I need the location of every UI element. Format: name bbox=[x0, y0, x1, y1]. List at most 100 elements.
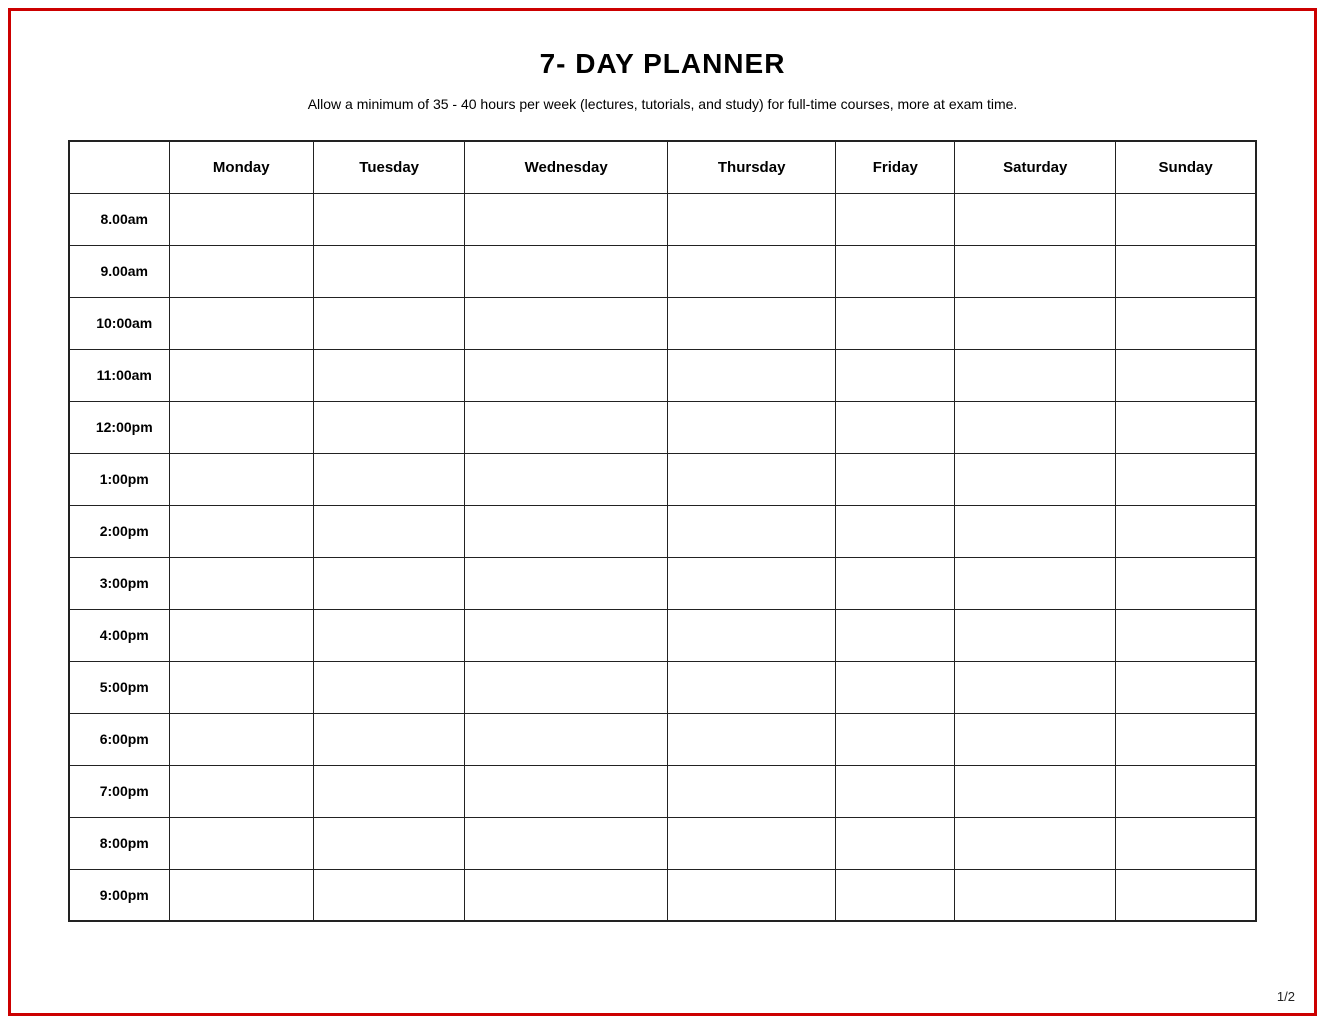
schedule-cell[interactable] bbox=[169, 869, 314, 921]
schedule-cell[interactable] bbox=[836, 349, 955, 401]
schedule-cell[interactable] bbox=[955, 401, 1116, 453]
schedule-cell[interactable] bbox=[314, 453, 465, 505]
schedule-cell[interactable] bbox=[314, 817, 465, 869]
schedule-cell[interactable] bbox=[314, 557, 465, 609]
schedule-cell[interactable] bbox=[465, 713, 668, 765]
schedule-cell[interactable] bbox=[465, 765, 668, 817]
schedule-cell[interactable] bbox=[836, 817, 955, 869]
schedule-cell[interactable] bbox=[169, 193, 314, 245]
schedule-cell[interactable] bbox=[465, 349, 668, 401]
schedule-cell[interactable] bbox=[314, 869, 465, 921]
schedule-cell[interactable] bbox=[667, 297, 835, 349]
schedule-cell[interactable] bbox=[955, 609, 1116, 661]
schedule-cell[interactable] bbox=[836, 765, 955, 817]
schedule-cell[interactable] bbox=[1116, 713, 1256, 765]
schedule-cell[interactable] bbox=[836, 505, 955, 557]
schedule-cell[interactable] bbox=[314, 609, 465, 661]
schedule-cell[interactable] bbox=[1116, 505, 1256, 557]
schedule-cell[interactable] bbox=[1116, 817, 1256, 869]
schedule-cell[interactable] bbox=[314, 245, 465, 297]
schedule-cell[interactable] bbox=[1116, 557, 1256, 609]
schedule-cell[interactable] bbox=[955, 297, 1116, 349]
schedule-cell[interactable] bbox=[1116, 869, 1256, 921]
schedule-cell[interactable] bbox=[1116, 193, 1256, 245]
schedule-cell[interactable] bbox=[667, 245, 835, 297]
schedule-cell[interactable] bbox=[169, 765, 314, 817]
schedule-cell[interactable] bbox=[169, 817, 314, 869]
schedule-cell[interactable] bbox=[955, 453, 1116, 505]
schedule-cell[interactable] bbox=[314, 349, 465, 401]
schedule-cell[interactable] bbox=[955, 505, 1116, 557]
schedule-cell[interactable] bbox=[465, 609, 668, 661]
schedule-cell[interactable] bbox=[169, 297, 314, 349]
schedule-cell[interactable] bbox=[667, 661, 835, 713]
schedule-cell[interactable] bbox=[955, 765, 1116, 817]
schedule-cell[interactable] bbox=[955, 193, 1116, 245]
schedule-cell[interactable] bbox=[465, 193, 668, 245]
schedule-cell[interactable] bbox=[314, 193, 465, 245]
schedule-cell[interactable] bbox=[667, 193, 835, 245]
schedule-cell[interactable] bbox=[836, 609, 955, 661]
schedule-cell[interactable] bbox=[1116, 661, 1256, 713]
schedule-cell[interactable] bbox=[836, 193, 955, 245]
schedule-cell[interactable] bbox=[169, 401, 314, 453]
schedule-cell[interactable] bbox=[836, 713, 955, 765]
schedule-cell[interactable] bbox=[836, 401, 955, 453]
schedule-cell[interactable] bbox=[836, 661, 955, 713]
schedule-cell[interactable] bbox=[169, 505, 314, 557]
schedule-cell[interactable] bbox=[314, 661, 465, 713]
schedule-cell[interactable] bbox=[465, 869, 668, 921]
schedule-cell[interactable] bbox=[667, 765, 835, 817]
schedule-cell[interactable] bbox=[667, 869, 835, 921]
schedule-cell[interactable] bbox=[667, 505, 835, 557]
schedule-cell[interactable] bbox=[955, 349, 1116, 401]
schedule-cell[interactable] bbox=[836, 245, 955, 297]
schedule-cell[interactable] bbox=[169, 453, 314, 505]
schedule-cell[interactable] bbox=[465, 817, 668, 869]
schedule-cell[interactable] bbox=[667, 453, 835, 505]
schedule-cell[interactable] bbox=[1116, 453, 1256, 505]
schedule-cell[interactable] bbox=[169, 245, 314, 297]
schedule-cell[interactable] bbox=[314, 297, 465, 349]
table-row: 10:00am bbox=[69, 297, 1256, 349]
schedule-cell[interactable] bbox=[169, 349, 314, 401]
schedule-cell[interactable] bbox=[836, 557, 955, 609]
schedule-cell[interactable] bbox=[955, 713, 1116, 765]
schedule-cell[interactable] bbox=[667, 609, 835, 661]
schedule-cell[interactable] bbox=[1116, 297, 1256, 349]
time-cell: 6:00pm bbox=[69, 713, 169, 765]
schedule-cell[interactable] bbox=[836, 297, 955, 349]
schedule-cell[interactable] bbox=[955, 557, 1116, 609]
schedule-cell[interactable] bbox=[955, 661, 1116, 713]
schedule-cell[interactable] bbox=[955, 817, 1116, 869]
schedule-cell[interactable] bbox=[667, 557, 835, 609]
schedule-cell[interactable] bbox=[314, 505, 465, 557]
schedule-cell[interactable] bbox=[1116, 245, 1256, 297]
schedule-cell[interactable] bbox=[667, 349, 835, 401]
schedule-cell[interactable] bbox=[169, 609, 314, 661]
schedule-cell[interactable] bbox=[836, 869, 955, 921]
schedule-cell[interactable] bbox=[169, 713, 314, 765]
schedule-cell[interactable] bbox=[1116, 765, 1256, 817]
schedule-cell[interactable] bbox=[465, 661, 668, 713]
schedule-cell[interactable] bbox=[465, 401, 668, 453]
schedule-cell[interactable] bbox=[465, 505, 668, 557]
schedule-cell[interactable] bbox=[465, 557, 668, 609]
schedule-cell[interactable] bbox=[1116, 609, 1256, 661]
schedule-cell[interactable] bbox=[1116, 401, 1256, 453]
schedule-cell[interactable] bbox=[314, 401, 465, 453]
schedule-cell[interactable] bbox=[955, 869, 1116, 921]
schedule-cell[interactable] bbox=[836, 453, 955, 505]
schedule-cell[interactable] bbox=[169, 557, 314, 609]
schedule-cell[interactable] bbox=[465, 297, 668, 349]
schedule-cell[interactable] bbox=[465, 245, 668, 297]
schedule-cell[interactable] bbox=[1116, 349, 1256, 401]
schedule-cell[interactable] bbox=[314, 713, 465, 765]
schedule-cell[interactable] bbox=[465, 453, 668, 505]
schedule-cell[interactable] bbox=[667, 817, 835, 869]
schedule-cell[interactable] bbox=[314, 765, 465, 817]
schedule-cell[interactable] bbox=[667, 401, 835, 453]
schedule-cell[interactable] bbox=[955, 245, 1116, 297]
schedule-cell[interactable] bbox=[169, 661, 314, 713]
schedule-cell[interactable] bbox=[667, 713, 835, 765]
